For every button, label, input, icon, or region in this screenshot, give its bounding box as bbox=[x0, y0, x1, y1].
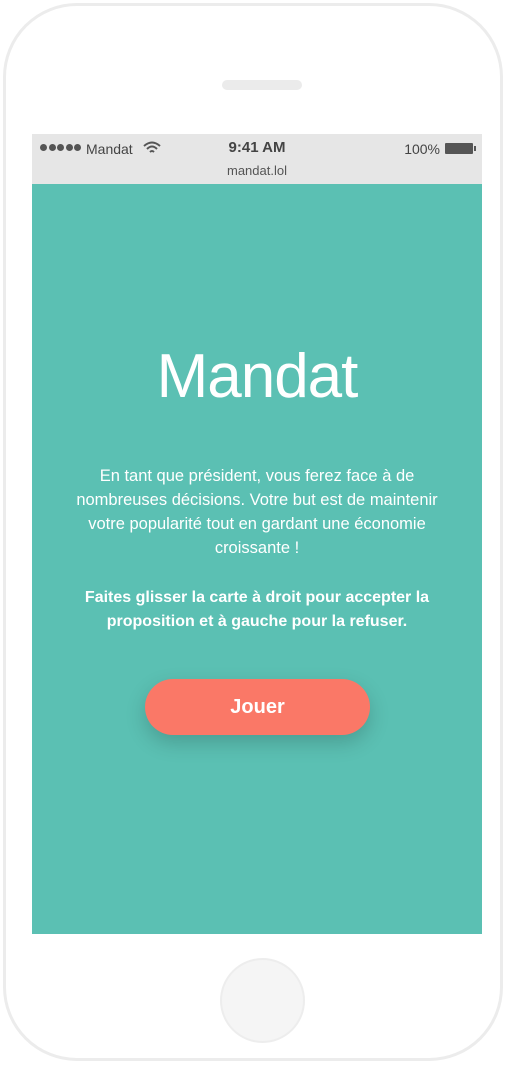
intro-text: En tant que président, vous ferez face à… bbox=[76, 467, 438, 557]
app-logo: Mandat bbox=[156, 342, 359, 411]
battery-percent: 100% bbox=[404, 141, 440, 157]
battery-icon bbox=[445, 143, 476, 154]
app-screen: Mandat 9:41 AM mandat.lol 100% Mandat En… bbox=[32, 134, 482, 934]
phone-speaker bbox=[222, 80, 302, 90]
page-url[interactable]: mandat.lol bbox=[32, 163, 482, 178]
status-bar: Mandat 9:41 AM mandat.lol 100% bbox=[32, 134, 482, 184]
play-button[interactable]: Jouer bbox=[145, 679, 370, 735]
home-button[interactable] bbox=[220, 958, 305, 1043]
instructions-text: Faites glisser la carte à droit pour acc… bbox=[84, 589, 430, 630]
